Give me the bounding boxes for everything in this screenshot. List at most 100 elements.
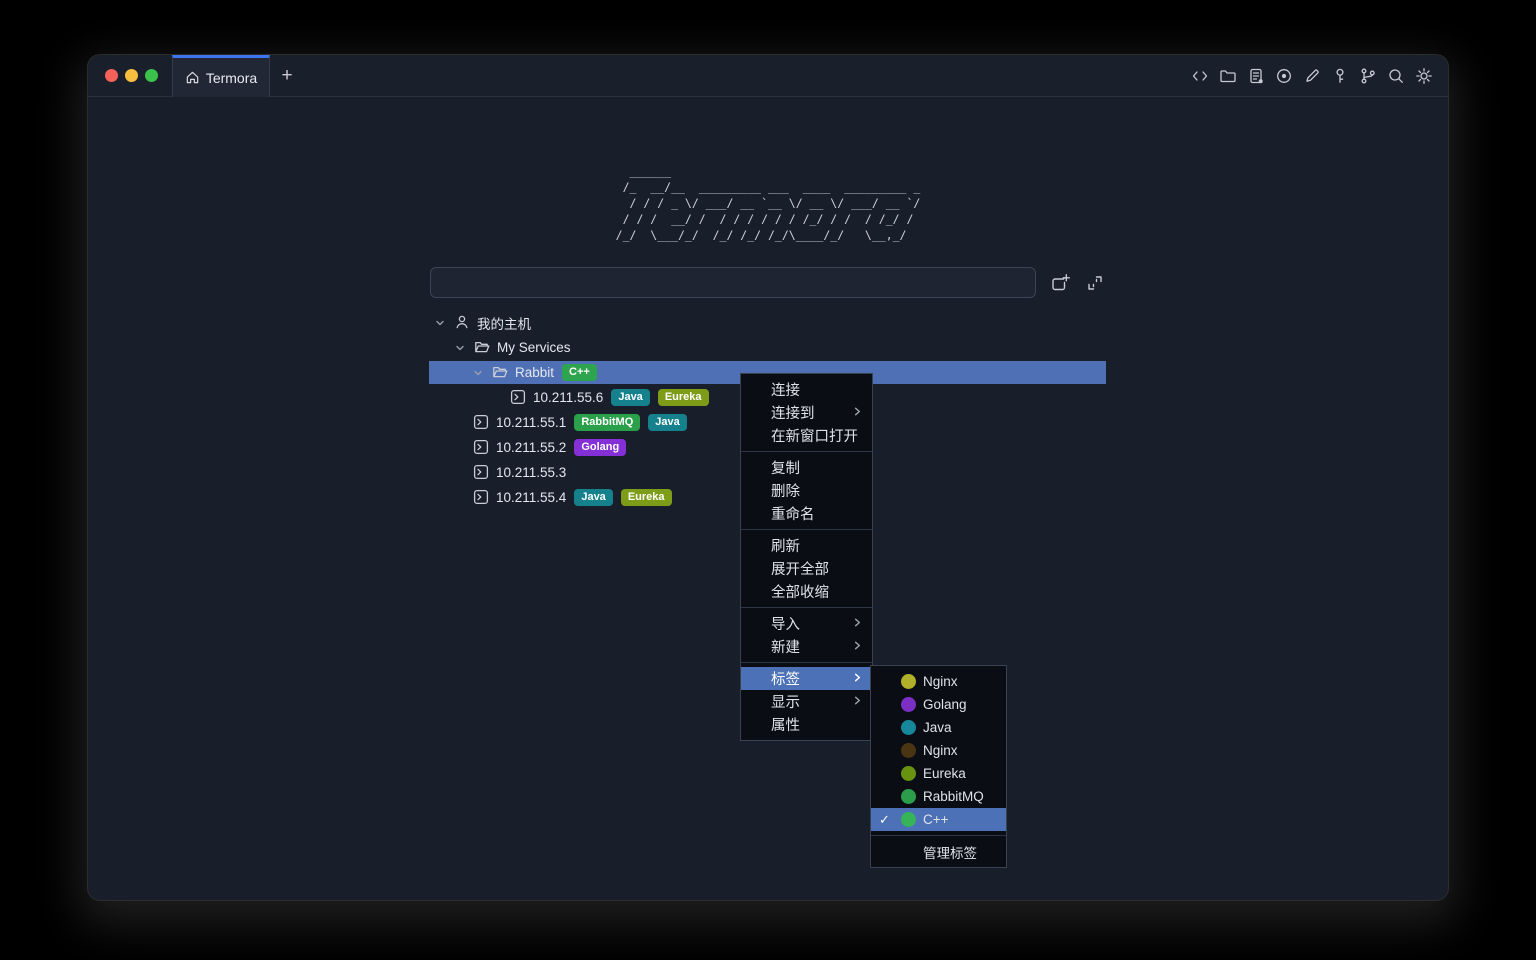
tree-row-label: 10.211.55.1: [496, 415, 566, 430]
menu-item-import[interactable]: 导入: [741, 612, 872, 635]
log-button[interactable]: [1246, 66, 1265, 85]
menu-item-refresh[interactable]: 刷新: [741, 534, 872, 557]
tree-row-label: Rabbit: [515, 365, 554, 380]
terminal-icon: [473, 464, 490, 481]
settings-button[interactable]: [1414, 66, 1433, 85]
tag-color-dot: [901, 743, 916, 758]
tab-title: Termora: [206, 70, 257, 86]
tag-badge: Golang: [574, 439, 626, 456]
titlebar: Termora +: [88, 55, 1448, 97]
context-menu: 连接 连接到 在新窗口打开 复制 删除 重命名 刷新 展开全部 全部收缩 导入 …: [740, 373, 873, 741]
branch-button[interactable]: [1358, 66, 1377, 85]
tag-item-cpp[interactable]: ✓ C++: [871, 808, 1006, 831]
main-content: ______ /_ __/__ _________ ___ ____ _____…: [88, 97, 1448, 899]
tab-termora[interactable]: Termora: [172, 55, 270, 97]
menu-separator: [741, 607, 872, 608]
chevron-down-icon[interactable]: [472, 367, 484, 379]
submenu-arrow-icon: [852, 639, 863, 655]
tree-row-label: 10.211.55.2: [496, 440, 566, 455]
tree-row-my-services[interactable]: My Services: [88, 335, 1448, 360]
tag-item-eureka[interactable]: Eureka: [871, 762, 1006, 785]
branch-icon: [1359, 67, 1377, 85]
submenu-arrow-icon: [852, 671, 863, 687]
split-layout-icon: [1085, 273, 1105, 293]
manage-tags-item[interactable]: 管理标签: [871, 840, 1006, 863]
tag-item-rabbitmq[interactable]: RabbitMQ: [871, 785, 1006, 808]
submenu-arrow-icon: [852, 694, 863, 710]
menu-separator: [871, 835, 1006, 836]
user-icon: [454, 314, 471, 331]
folder-button[interactable]: [1218, 66, 1237, 85]
menu-item-show[interactable]: 显示: [741, 690, 872, 713]
chevron-down-icon[interactable]: [454, 342, 466, 354]
tag-badge: Java: [648, 414, 686, 431]
tag-item-java[interactable]: Java: [871, 716, 1006, 739]
menu-item-rename[interactable]: 重命名: [741, 502, 872, 525]
tag-item-nginx[interactable]: Nginx: [871, 670, 1006, 693]
tag-color-dot: [901, 812, 916, 827]
tree-row-label: 10.211.55.3: [496, 465, 566, 480]
tag-badge: Eureka: [658, 389, 709, 406]
edit-icon: [1303, 67, 1321, 85]
menu-item-collapse-all[interactable]: 全部收缩: [741, 580, 872, 603]
menu-item-open-in-new-window[interactable]: 在新窗口打开: [741, 424, 872, 447]
close-window-button[interactable]: [105, 69, 118, 82]
search-button[interactable]: [1386, 66, 1405, 85]
tag-badge: Java: [574, 489, 612, 506]
record-icon: [1275, 67, 1293, 85]
log-icon: [1247, 67, 1265, 85]
tag-color-dot: [901, 720, 916, 735]
tag-badge: C++: [562, 364, 597, 381]
chevron-down-icon[interactable]: [434, 317, 446, 329]
terminal-icon: [510, 389, 527, 406]
tag-color-dot: [901, 789, 916, 804]
tag-color-dot: [901, 766, 916, 781]
tag-submenu: Nginx Golang Java Nginx Eureka Rabb: [870, 665, 1007, 868]
menu-item-connect[interactable]: 连接: [741, 378, 872, 401]
terminal-icon: [473, 414, 490, 431]
ascii-logo: ______ /_ __/__ _________ ___ ____ _____…: [616, 163, 921, 243]
new-host-icon: [1050, 273, 1070, 293]
record-button[interactable]: [1274, 66, 1293, 85]
home-icon: [185, 70, 200, 85]
submenu-arrow-icon: [852, 405, 863, 421]
menu-item-tags[interactable]: 标签: [741, 667, 872, 690]
minimize-window-button[interactable]: [125, 69, 138, 82]
folder-icon: [1219, 67, 1237, 85]
tree-row-label: 10.211.55.6: [533, 390, 603, 405]
menu-item-connect-to[interactable]: 连接到: [741, 401, 872, 424]
tree-row-my-hosts[interactable]: 我的主机: [88, 310, 1448, 335]
menu-item-properties[interactable]: 属性: [741, 713, 872, 736]
tag-color-dot: [901, 674, 916, 689]
plus-icon: +: [281, 65, 292, 87]
menu-separator: [741, 529, 872, 530]
quick-connect-input[interactable]: [430, 267, 1036, 298]
key-button[interactable]: [1330, 66, 1349, 85]
folder-open-icon: [474, 339, 491, 356]
tree-row-label: 我的主机: [477, 313, 531, 333]
tag-badge: RabbitMQ: [574, 414, 640, 431]
menu-item-copy[interactable]: 复制: [741, 456, 872, 479]
menu-separator: [741, 662, 872, 663]
tag-item-nginx-2[interactable]: Nginx: [871, 739, 1006, 762]
tree-row-label: 10.211.55.4: [496, 490, 566, 505]
submenu-arrow-icon: [852, 616, 863, 632]
split-layout-button[interactable]: [1084, 272, 1106, 294]
tag-item-golang[interactable]: Golang: [871, 693, 1006, 716]
menu-item-new[interactable]: 新建: [741, 635, 872, 658]
menu-item-expand-all[interactable]: 展开全部: [741, 557, 872, 580]
tag-badge: Java: [611, 389, 649, 406]
app-window: Termora + ______ /_ __/__ _________ ___ …: [88, 55, 1448, 900]
tag-badge: Eureka: [621, 489, 672, 506]
zoom-window-button[interactable]: [145, 69, 158, 82]
settings-icon: [1415, 67, 1433, 85]
terminal-icon: [473, 489, 490, 506]
code-button[interactable]: [1190, 66, 1209, 85]
menu-item-delete[interactable]: 删除: [741, 479, 872, 502]
search-icon: [1387, 67, 1405, 85]
folder-open-icon: [492, 364, 509, 381]
new-host-button[interactable]: [1049, 272, 1071, 294]
toolbar: [1190, 55, 1448, 96]
new-tab-button[interactable]: +: [270, 55, 304, 96]
edit-button[interactable]: [1302, 66, 1321, 85]
